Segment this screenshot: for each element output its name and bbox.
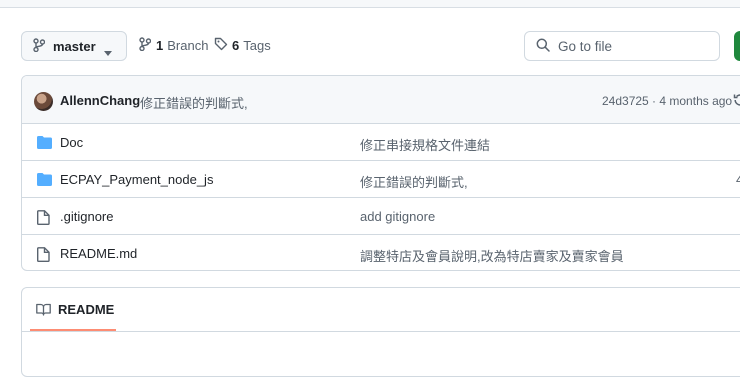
tag-icon bbox=[214, 37, 228, 54]
code-button[interactable] bbox=[734, 31, 740, 61]
avatar[interactable] bbox=[34, 92, 53, 111]
branches-link[interactable]: 1 Branch bbox=[139, 37, 208, 54]
branch-label: Branch bbox=[167, 38, 209, 53]
tab-readme[interactable]: README bbox=[30, 288, 116, 331]
latest-commit-bar: AllennChang 修正錯誤的判斷式, 24d3725 · 4 months… bbox=[22, 76, 740, 124]
readme-tab-label: README bbox=[58, 302, 115, 317]
file-row[interactable]: Doc 修正串接規格文件連結 bbox=[22, 124, 740, 161]
file-name[interactable]: README.md bbox=[60, 246, 137, 261]
file-row[interactable]: ECPAY_Payment_node_js 修正錯誤的判斷式, 4 bbox=[22, 161, 740, 198]
branch-name: master bbox=[53, 38, 96, 54]
search-placeholder: Go to file bbox=[558, 38, 613, 54]
commit-message[interactable]: 修正錯誤的判斷式, bbox=[140, 93, 248, 112]
book-icon bbox=[36, 303, 51, 319]
history-icon[interactable] bbox=[733, 93, 740, 110]
file-row[interactable]: .gitignore add gitignore bbox=[22, 198, 740, 235]
top-band bbox=[0, 0, 740, 8]
file-list: AllennChang 修正錯誤的判斷式, 24d3725 · 4 months… bbox=[21, 75, 740, 271]
commit-meta[interactable]: 24d3725 · 4 months ago bbox=[602, 94, 732, 108]
folder-icon bbox=[37, 173, 52, 189]
file-name[interactable]: Doc bbox=[60, 135, 83, 150]
file-commit-date: 4 bbox=[736, 172, 740, 187]
file-commit-message[interactable]: 修正錯誤的判斷式, bbox=[360, 172, 468, 191]
tag-label: Tags bbox=[243, 38, 271, 53]
readme-panel: README bbox=[21, 287, 740, 377]
file-commit-message[interactable]: 調整特店及會員說明,改為特店賣家及賣家會員 bbox=[360, 246, 624, 265]
git-branch-icon bbox=[139, 37, 152, 54]
go-to-file-search[interactable]: Go to file bbox=[524, 31, 720, 61]
file-row[interactable]: README.md 調整特店及會員說明,改為特店賣家及賣家會員 bbox=[22, 235, 740, 270]
tags-link[interactable]: 6 Tags bbox=[214, 37, 271, 54]
git-branch-icon bbox=[33, 37, 46, 55]
folder-icon bbox=[37, 136, 52, 152]
file-commit-message[interactable]: 修正串接規格文件連結 bbox=[360, 135, 490, 154]
file-icon bbox=[37, 210, 50, 228]
file-name[interactable]: ECPAY_Payment_node_js bbox=[60, 172, 213, 187]
search-icon bbox=[536, 38, 550, 55]
commit-author[interactable]: AllennChang bbox=[60, 93, 140, 108]
tag-count: 6 bbox=[232, 38, 240, 53]
branch-count: 1 bbox=[156, 38, 164, 53]
divider bbox=[22, 331, 740, 332]
file-commit-message[interactable]: add gitignore bbox=[360, 209, 435, 224]
file-icon bbox=[37, 247, 50, 265]
caret-down-icon bbox=[104, 44, 112, 59]
file-name[interactable]: .gitignore bbox=[60, 209, 113, 224]
branch-select-button[interactable]: master bbox=[21, 31, 127, 61]
